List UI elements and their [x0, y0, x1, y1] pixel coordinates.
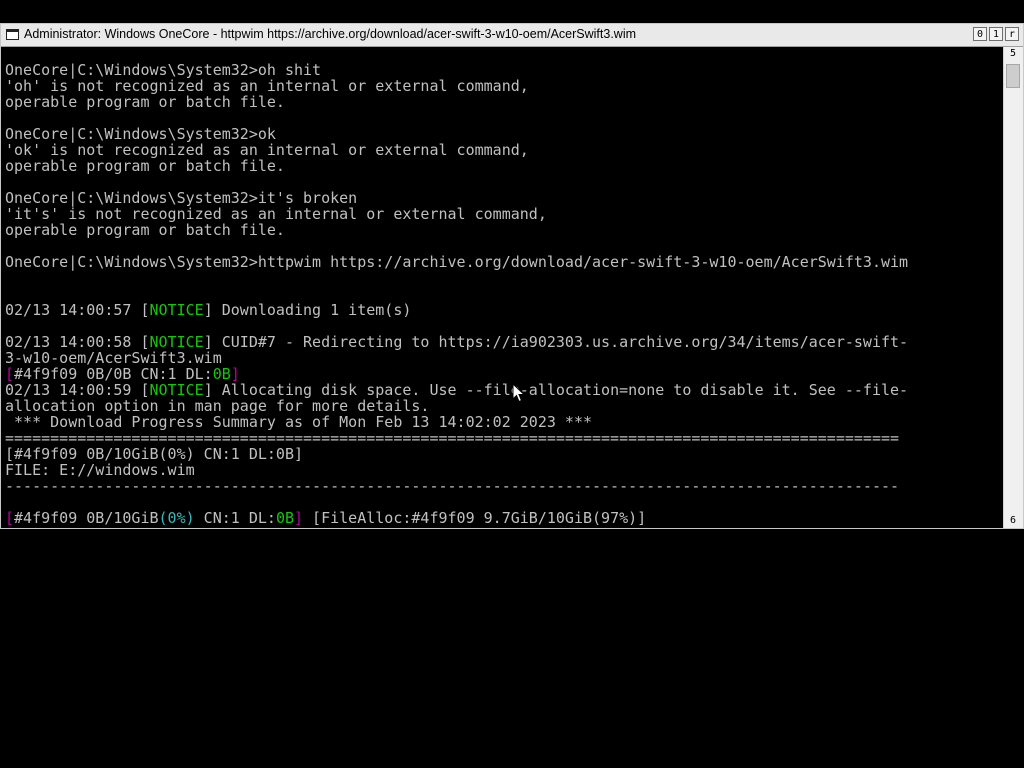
maximize-button[interactable]: 1: [989, 27, 1003, 41]
file-alloc-status: [FileAlloc:#4f9f09 9.7GiB/10GiB(97%)]: [303, 509, 647, 527]
bracket-open: [: [5, 509, 15, 527]
log-message: ] Downloading 1 item(s): [203, 301, 412, 319]
separator-double: ========================================…: [5, 429, 900, 447]
log-time: 02/13 14:00:57: [5, 301, 141, 319]
progress-percent: (0%): [158, 509, 195, 527]
summary-header: *** Download Progress Summary as of Mon …: [5, 413, 592, 431]
console-app-icon[interactable]: [6, 29, 19, 40]
status-line: [#4f9f09 0B/10GiB(0%) CN:1 DL:0B] [FileA…: [5, 510, 908, 526]
minimize-button[interactable]: 0: [973, 27, 987, 41]
separator-single: ----------------------------------------…: [5, 477, 900, 495]
window-controls: 0 1 r: [973, 27, 1019, 41]
notice-tag: NOTICE: [149, 301, 204, 319]
progress-text: #4f9f09 0B/10GiB: [14, 509, 159, 527]
close-button[interactable]: r: [1005, 27, 1019, 41]
scroll-up-button[interactable]: 5: [1006, 47, 1020, 61]
console-window[interactable]: Administrator: Windows OneCore - httpwim…: [0, 23, 1024, 529]
file-path: FILE: E://windows.wim: [5, 461, 195, 479]
summary-progress: [#4f9f09 0B/10GiB(0%) CN:1 DL:0B]: [5, 445, 304, 463]
console-line: 3-w10-oem/AcerSwift3.wim: [5, 349, 222, 367]
console-line: operable program or batch file.: [5, 221, 285, 239]
console-line: 'it's' is not recognized as an internal …: [5, 205, 547, 223]
log-message: ] CUID#7 - Redirecting to https://ia9023…: [203, 333, 909, 351]
scroll-down-button[interactable]: 6: [1006, 514, 1020, 528]
vertical-scrollbar[interactable]: 5 6: [1003, 47, 1023, 528]
console-line: allocation option in man page for more d…: [5, 397, 430, 415]
window-title: Administrator: Windows OneCore - httpwim…: [24, 27, 637, 41]
command-line: OneCore|C:\Windows\System32>httpwim http…: [5, 253, 909, 271]
progress-text: CN:1 DL:: [194, 509, 276, 527]
log-line: 02/13 14:00:59 [NOTICE] Allocating disk …: [5, 381, 909, 399]
bracket-close: ]: [294, 509, 304, 527]
log-line: 02/13 14:00:57 [NOTICE] Downloading 1 it…: [5, 301, 412, 319]
terminal-text: OneCore|C:\Windows\System32>oh shit'oh' …: [5, 62, 908, 526]
mouse-pointer-icon: [512, 383, 526, 403]
title-bar[interactable]: Administrator: Windows OneCore - httpwim…: [1, 24, 1023, 47]
progress-line: [#4f9f09 0B/0B CN:1 DL:0B]: [5, 366, 908, 382]
download-speed: 0B: [275, 509, 294, 527]
console-line: OneCore|C:\Windows\System32>ok: [5, 125, 276, 143]
console-output[interactable]: OneCore|C:\Windows\System32>oh shit'oh' …: [1, 47, 1003, 528]
log-line: 02/13 14:00:58 [NOTICE] CUID#7 - Redirec…: [5, 333, 909, 351]
console-line: OneCore|C:\Windows\System32>oh shit: [5, 61, 322, 79]
scroll-thumb[interactable]: [1006, 64, 1020, 88]
console-line: operable program or batch file.: [5, 93, 285, 111]
console-line: 'ok' is not recognized as an internal or…: [5, 141, 529, 159]
console-line: 'oh' is not recognized as an internal or…: [5, 77, 529, 95]
console-line: OneCore|C:\Windows\System32>it's broken: [5, 189, 358, 207]
console-line: operable program or batch file.: [5, 157, 285, 175]
